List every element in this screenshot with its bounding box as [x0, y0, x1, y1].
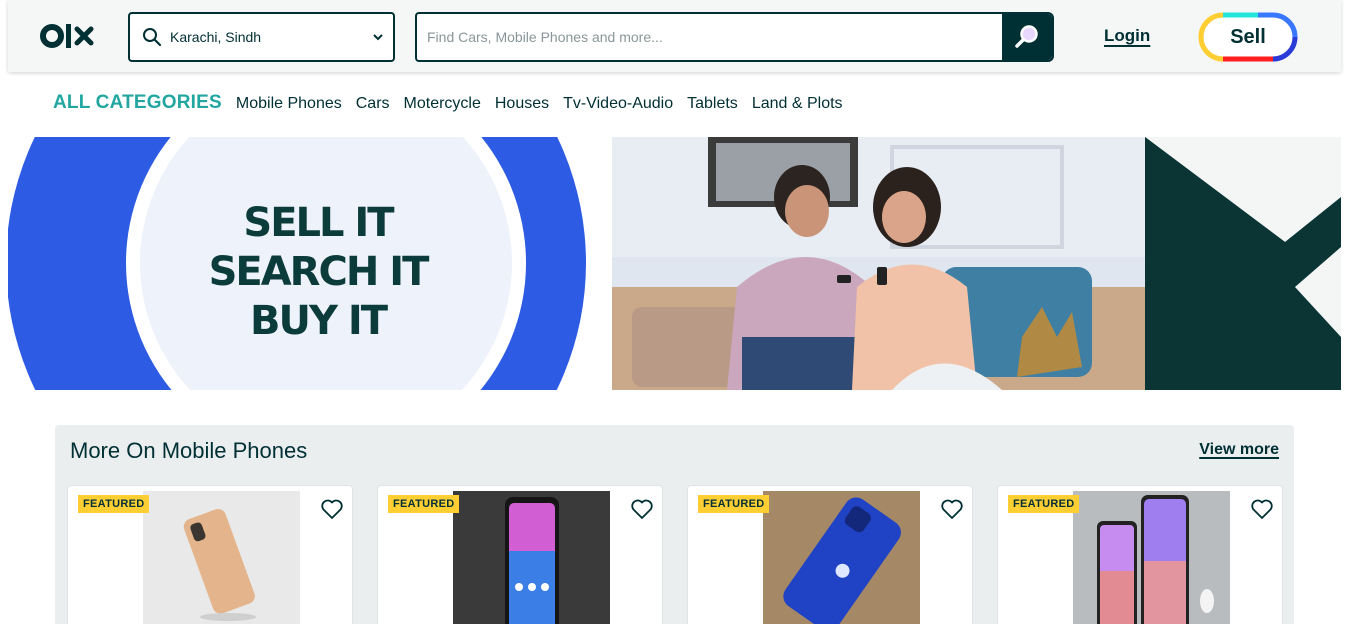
location-value: Karachi, Sindh — [170, 29, 262, 45]
more-on-mobile-phones-section: More On Mobile Phones View more FEATURED… — [55, 425, 1294, 624]
listing-card[interactable]: FEATURED — [377, 485, 663, 624]
listing-image-two-phones — [1073, 491, 1230, 624]
listing-image-blue-iphone — [763, 491, 920, 624]
hero-banner[interactable]: SELL IT SEARCH IT BUY IT — [8, 137, 1341, 390]
olx-logo[interactable] — [40, 20, 98, 52]
category-tv-video-audio[interactable]: Tv-Video-Audio — [563, 95, 673, 113]
featured-badge: FEATURED — [388, 495, 460, 513]
magnifier-icon — [1015, 25, 1038, 48]
view-more-link[interactable]: View more — [1199, 441, 1279, 459]
banner-couple-photo — [612, 137, 1146, 390]
search-icon — [143, 28, 162, 47]
heart-icon[interactable] — [320, 498, 344, 520]
listing-card[interactable]: FEATURED — [687, 485, 973, 624]
listing-image-oppo-phone — [453, 491, 610, 624]
section-title: More On Mobile Phones — [70, 438, 308, 463]
sell-label: Sell — [1230, 25, 1266, 48]
featured-badge: FEATURED — [698, 495, 770, 513]
sell-button[interactable]: Sell — [1198, 12, 1298, 62]
category-nav: ALL CATEGORIES Mobile Phones Cars Moterc… — [53, 92, 857, 114]
heart-icon[interactable] — [940, 498, 964, 520]
category-houses[interactable]: Houses — [495, 95, 549, 113]
search-button[interactable] — [1002, 14, 1052, 60]
slogan-line-buy: BUY IT — [249, 298, 388, 344]
category-motercycle[interactable]: Motercycle — [404, 95, 481, 113]
category-tablets[interactable]: Tablets — [687, 95, 738, 113]
all-categories-link[interactable]: ALL CATEGORIES — [53, 92, 222, 114]
slogan-line-search: SEARCH IT — [208, 249, 430, 295]
banner-olx-graphic — [1145, 137, 1341, 390]
listing-card[interactable]: FEATURED — [67, 485, 353, 624]
featured-badge: FEATURED — [1008, 495, 1080, 513]
category-cars[interactable]: Cars — [356, 95, 390, 113]
category-land-plots[interactable]: Land & Plots — [752, 95, 843, 113]
heart-icon[interactable] — [630, 498, 654, 520]
heart-icon[interactable] — [1250, 498, 1274, 520]
banner-slogan: SELL IT SEARCH IT BUY IT — [168, 199, 468, 346]
chevron-down-icon — [373, 34, 383, 41]
banner-slogan-panel: SELL IT SEARCH IT BUY IT — [8, 137, 612, 390]
location-select[interactable]: Karachi, Sindh — [128, 12, 395, 62]
featured-badge: FEATURED — [78, 495, 150, 513]
listing-image-gold-phone — [143, 491, 300, 624]
login-link[interactable]: Login — [1104, 26, 1150, 46]
search-input[interactable] — [417, 14, 1006, 60]
slogan-line-sell: SELL IT — [243, 200, 394, 246]
search-bar — [415, 12, 1054, 62]
category-mobile-phones[interactable]: Mobile Phones — [236, 95, 342, 113]
header: Karachi, Sindh Login Sell — [8, 0, 1341, 72]
listing-card[interactable]: FEATURED — [997, 485, 1283, 624]
